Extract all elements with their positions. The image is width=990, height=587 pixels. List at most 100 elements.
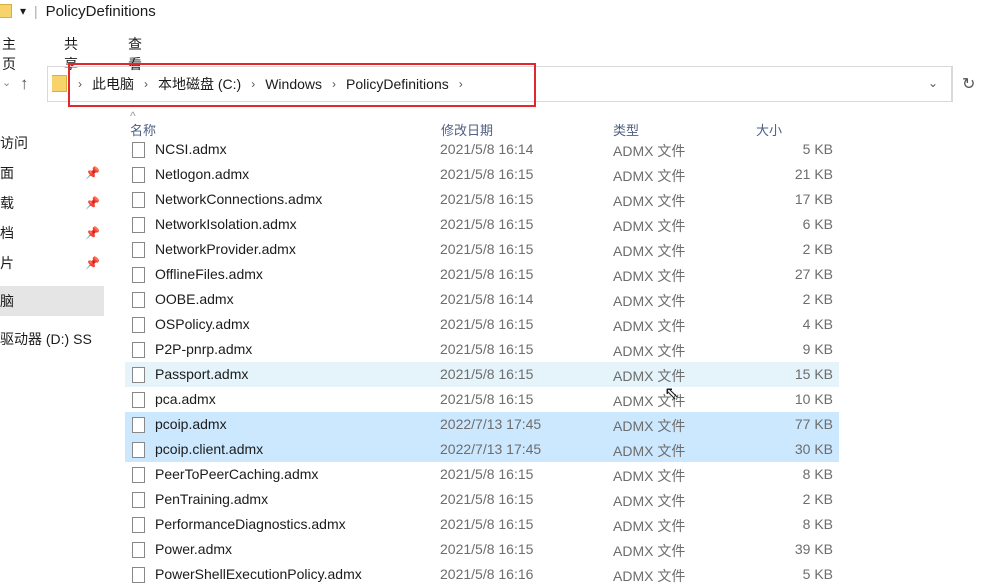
address-folder-icon: [52, 75, 67, 92]
file-date: 2021/5/8 16:15: [440, 491, 534, 507]
breadcrumb: › 此电脑 › 本地磁盘 (C:) › Windows › PolicyDefi…: [78, 74, 463, 94]
divider: |: [34, 3, 38, 19]
file-type: ADMX 文件: [613, 518, 686, 534]
file-name: NCSI.admx: [155, 141, 227, 157]
file-name: NetworkConnections.admx: [155, 191, 323, 207]
file-row[interactable]: NetworkIsolation.admx 2021/5/8 16:15 ADM…: [125, 212, 839, 237]
file-name: Power.admx: [155, 541, 233, 557]
file-date: 2021/5/8 16:16: [440, 566, 534, 582]
file-row[interactable]: PenTraining.admx 2021/5/8 16:15 ADMX 文件 …: [125, 487, 839, 512]
file-date: 2021/5/8 16:15: [440, 191, 534, 207]
file-size: 5 KB: [802, 141, 833, 157]
file-row[interactable]: PerformanceDiagnostics.admx 2021/5/8 16:…: [125, 512, 839, 537]
crumb-policydefinitions[interactable]: PolicyDefinitions: [346, 76, 449, 92]
file-size: 39 KB: [794, 541, 833, 557]
crumb-windows[interactable]: Windows: [265, 76, 322, 92]
file-size: 21 KB: [794, 166, 833, 182]
file-name: PenTraining.admx: [155, 491, 269, 507]
file-icon: [132, 242, 145, 258]
file-date: 2021/5/8 16:15: [440, 316, 534, 332]
nav-documents[interactable]: 档 📌: [0, 218, 104, 248]
file-row[interactable]: Passport.admx 2021/5/8 16:15 ADMX 文件 15 …: [125, 362, 839, 387]
file-size: 15 KB: [794, 366, 833, 382]
file-row[interactable]: Power.admx 2021/5/8 16:15 ADMX 文件 39 KB: [125, 537, 839, 562]
file-size: 77 KB: [794, 416, 833, 432]
recent-locations-icon[interactable]: ⌄: [2, 76, 11, 89]
file-name: pca.admx: [155, 391, 216, 407]
file-row[interactable]: Netlogon.admx 2021/5/8 16:15 ADMX 文件 21 …: [125, 162, 839, 187]
file-row[interactable]: OOBE.admx 2021/5/8 16:14 ADMX 文件 2 KB: [125, 287, 839, 312]
file-date: 2022/7/13 17:45: [440, 416, 542, 432]
nav-quick-access[interactable]: 访问: [0, 128, 104, 158]
file-date: 2021/5/8 16:15: [440, 241, 534, 257]
crumb-local-disk[interactable]: 本地磁盘 (C:): [158, 74, 241, 94]
file-type: ADMX 文件: [613, 218, 686, 234]
file-row[interactable]: P2P-pnrp.admx 2021/5/8 16:15 ADMX 文件 9 K…: [125, 337, 839, 362]
file-type: ADMX 文件: [613, 143, 686, 159]
file-type: ADMX 文件: [613, 318, 686, 334]
file-row[interactable]: PeerToPeerCaching.admx 2021/5/8 16:15 AD…: [125, 462, 839, 487]
file-icon: [132, 442, 145, 458]
file-row[interactable]: NCSI.admx 2021/5/8 16:14 ADMX 文件 5 KB: [125, 137, 839, 162]
tab-home[interactable]: 主页: [2, 34, 16, 74]
address-dropdown-icon[interactable]: ⌄: [928, 76, 938, 90]
chevron-right-icon: ›: [144, 77, 148, 91]
navigation-pane: 访问 面 📌 载 📌 档 📌 片 📌 脑 驱动器 (D:) SS: [0, 128, 104, 354]
file-icon: [132, 517, 145, 533]
file-date: 2021/5/8 16:15: [440, 516, 534, 532]
file-row[interactable]: pcoip.client.admx 2022/7/13 17:45 ADMX 文…: [125, 437, 839, 462]
nav-downloads[interactable]: 载 📌: [0, 188, 104, 218]
file-icon: [132, 217, 145, 233]
divider: [952, 66, 953, 102]
refresh-icon[interactable]: ↻: [962, 74, 975, 94]
nav-desktop[interactable]: 面 📌: [0, 158, 104, 188]
window-title: PolicyDefinitions: [45, 2, 156, 20]
file-type: ADMX 文件: [613, 193, 686, 209]
file-icon: [132, 367, 145, 383]
folder-icon: [0, 4, 12, 18]
file-size: 10 KB: [794, 391, 833, 407]
file-name: OfflineFiles.admx: [155, 266, 263, 282]
file-size: 2 KB: [802, 241, 833, 257]
pin-icon: 📌: [85, 196, 100, 210]
file-date: 2021/5/8 16:15: [440, 541, 534, 557]
file-icon: [132, 292, 145, 308]
file-name: OOBE.admx: [155, 291, 234, 307]
file-type: ADMX 文件: [613, 468, 686, 484]
file-name: PerformanceDiagnostics.admx: [155, 516, 346, 532]
crumb-this-pc[interactable]: 此电脑: [92, 74, 134, 94]
file-icon: [132, 492, 145, 508]
title-bar: ▾ | PolicyDefinitions: [0, 0, 156, 22]
up-arrow-icon[interactable]: ↑: [20, 74, 29, 94]
file-size: 30 KB: [794, 441, 833, 457]
file-row[interactable]: NetworkProvider.admx 2021/5/8 16:15 ADMX…: [125, 237, 839, 262]
nav-pictures[interactable]: 片 📌: [0, 248, 104, 278]
file-type: ADMX 文件: [613, 243, 686, 259]
file-row[interactable]: pcoip.admx 2022/7/13 17:45 ADMX 文件 77 KB: [125, 412, 839, 437]
file-size: 6 KB: [802, 216, 833, 232]
file-icon: [132, 542, 145, 558]
chevron-right-icon: ›: [78, 77, 82, 91]
file-type: ADMX 文件: [613, 293, 686, 309]
file-name: NetworkProvider.admx: [155, 241, 296, 257]
file-name: PeerToPeerCaching.admx: [155, 466, 319, 482]
file-date: 2021/5/8 16:14: [440, 141, 534, 157]
file-date: 2021/5/8 16:15: [440, 341, 534, 357]
file-row[interactable]: pca.admx 2021/5/8 16:15 ADMX 文件 10 KB: [125, 387, 839, 412]
file-row[interactable]: NetworkConnections.admx 2021/5/8 16:15 A…: [125, 187, 839, 212]
nav-this-pc[interactable]: 脑: [0, 286, 104, 316]
file-type: ADMX 文件: [613, 568, 686, 584]
file-type: ADMX 文件: [613, 343, 686, 359]
file-name: P2P-pnrp.admx: [155, 341, 253, 357]
file-row[interactable]: OSPolicy.admx 2021/5/8 16:15 ADMX 文件 4 K…: [125, 312, 839, 337]
file-row[interactable]: OfflineFiles.admx 2021/5/8 16:15 ADMX 文件…: [125, 262, 839, 287]
file-type: ADMX 文件: [613, 268, 686, 284]
file-icon: [132, 142, 145, 158]
file-name: OSPolicy.admx: [155, 316, 250, 332]
qat-dropdown-icon[interactable]: ▾: [20, 4, 26, 18]
file-size: 8 KB: [802, 466, 833, 482]
file-date: 2021/5/8 16:15: [440, 366, 534, 382]
chevron-right-icon: ›: [332, 77, 337, 91]
chevron-right-icon: ›: [251, 77, 256, 91]
nav-drive-d[interactable]: 驱动器 (D:) SS: [0, 324, 104, 354]
